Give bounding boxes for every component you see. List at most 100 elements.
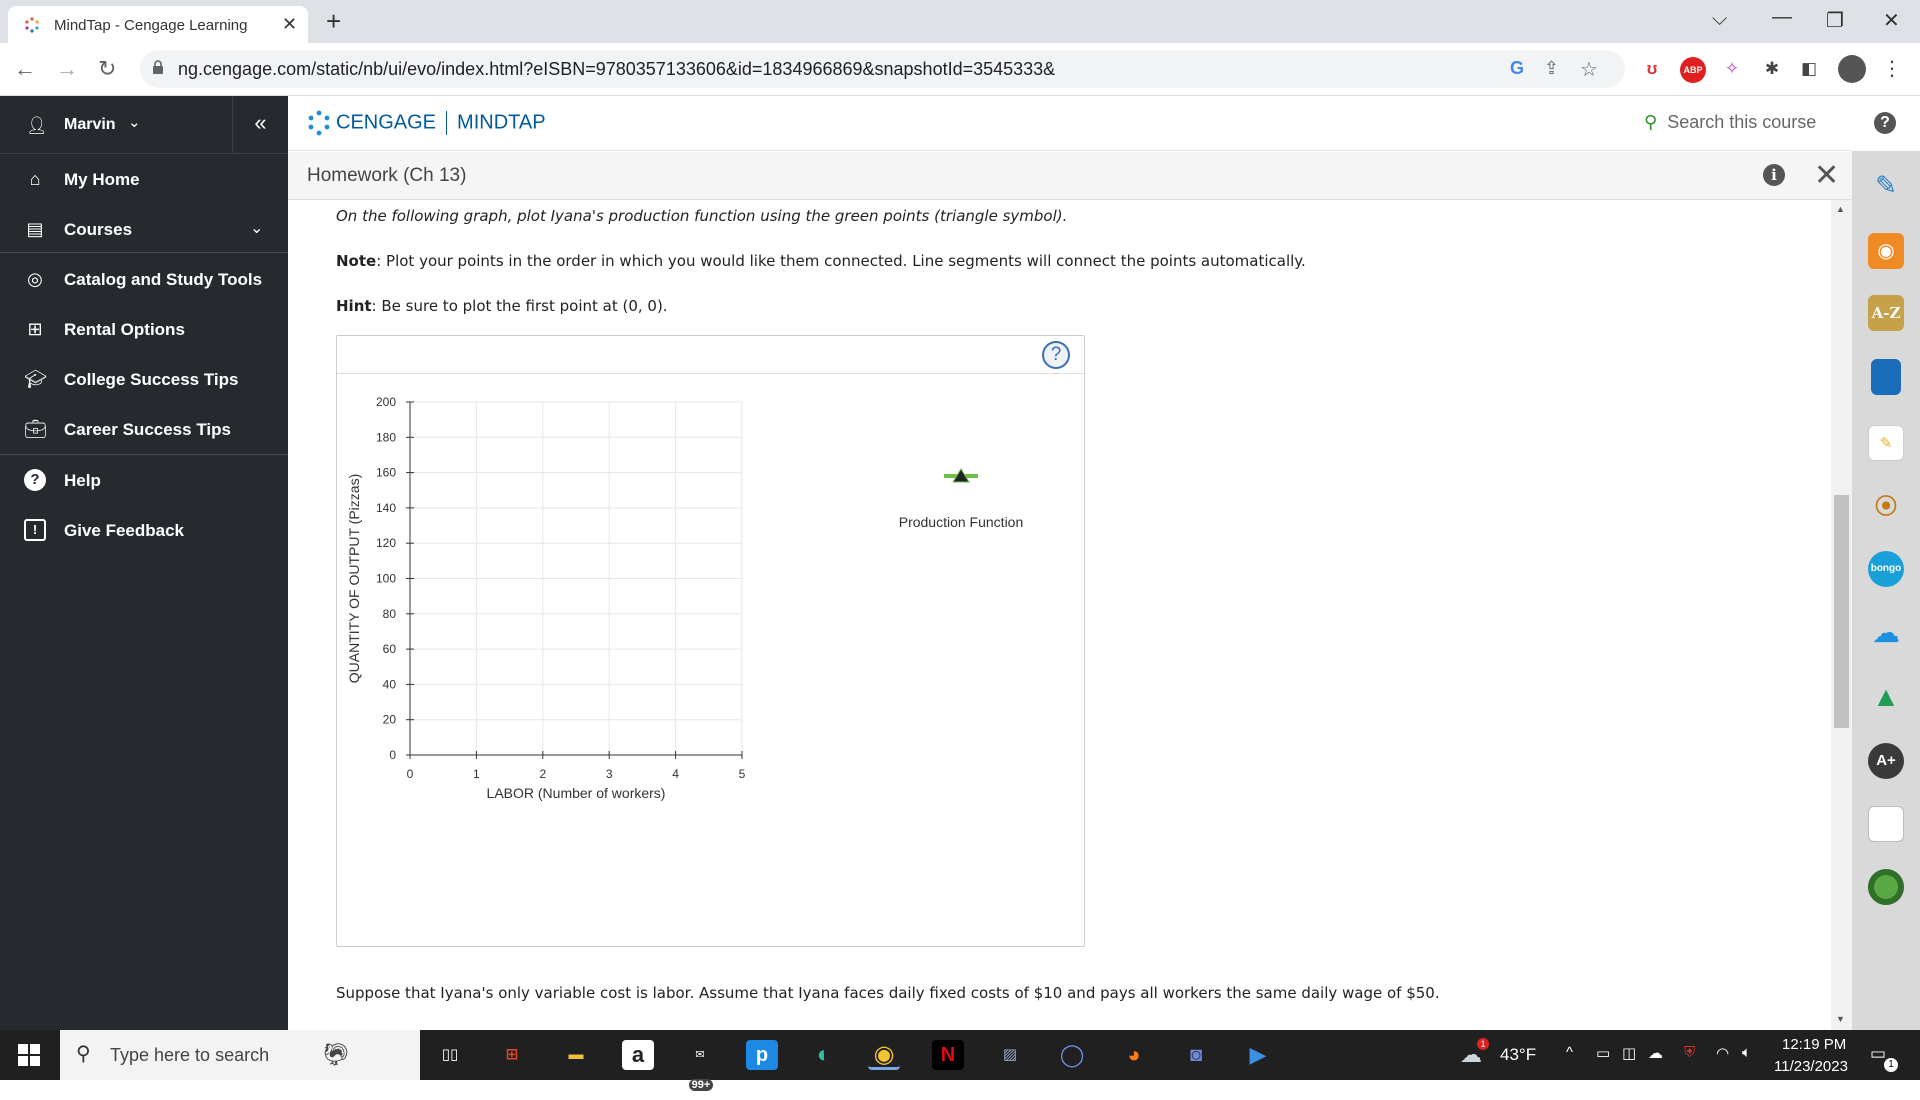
chevron-down-icon: ⌄ <box>128 114 141 131</box>
sidebar-item-catalog[interactable]: ◎ Catalog and Study Tools <box>0 254 288 304</box>
sidebar-item-rental-options[interactable]: ⊞ Rental Options <box>0 304 288 354</box>
note-label: Note <box>336 252 377 270</box>
readspeaker-icon[interactable]: ⦿ <box>1868 489 1904 525</box>
clock-date[interactable]: 11/23/2023 <box>1774 1058 1848 1075</box>
brand-divider <box>446 111 448 135</box>
x-tick-label: 5 <box>739 767 746 781</box>
graph-help-icon[interactable]: ? <box>1042 341 1070 369</box>
sidebar-item-label: Catalog and Study Tools <box>64 270 263 289</box>
weather-badge: 1 <box>1477 1038 1489 1050</box>
forward-icon[interactable]: → <box>56 56 78 82</box>
close-window-icon[interactable]: ✕ <box>1883 8 1900 33</box>
graduation-cap-icon: 🎓︎ <box>24 369 47 389</box>
scrollbar[interactable]: ▲ ▼ <box>1831 200 1852 1030</box>
netflix-icon[interactable]: N <box>932 1040 964 1070</box>
weather-temp[interactable]: 43°F <box>1500 1045 1536 1065</box>
security-shield-icon[interactable]: ⛨ <box>1684 1044 1695 1061</box>
volume-icon[interactable]: 🔈︎ <box>1742 1044 1751 1061</box>
notification-icon[interactable]: ▭ <box>1870 1044 1886 1064</box>
sidebar-item-courses[interactable]: ▤ Courses ⌄ <box>0 204 288 254</box>
a-z-glossary-icon[interactable]: A-Z <box>1868 295 1904 331</box>
assignment-bar <box>288 152 1852 200</box>
side-panel-icon[interactable]: ◧ <box>1797 57 1821 81</box>
cloud-off-icon[interactable]: ☁ <box>1648 1044 1663 1062</box>
scroll-down-icon[interactable]: ▼ <box>1836 1014 1845 1024</box>
url-field[interactable]: ng.cengage.com/static/nb/ui/evo/index.ht… <box>140 50 1625 88</box>
info-icon[interactable]: i <box>1763 164 1785 186</box>
pandora-icon[interactable]: p <box>746 1040 778 1070</box>
bongo-icon[interactable]: bongo <box>1868 551 1904 587</box>
notes-icon[interactable]: ✎ <box>1868 425 1904 461</box>
task-view-icon[interactable]: ▯▯ <box>434 1040 466 1070</box>
bing-icon[interactable]: ▶ <box>1242 1040 1274 1070</box>
sidebar: 👤︎ Marvin ⌄ « ⌂ My Home ▤ Courses ⌄ ◎ Ca… <box>0 96 288 1030</box>
production-function-graph[interactable]: 0 1 2 3 4 5 0 20 40 60 80 100 120 140 160 180 200 LABOR (… <box>337 375 1084 946</box>
share-icon[interactable]: ⇪ <box>1544 58 1559 79</box>
notification-count: 1 <box>1884 1058 1898 1072</box>
chrome-icon[interactable]: ◉ <box>868 1040 900 1070</box>
profile-avatar[interactable] <box>1838 55 1866 83</box>
file-explorer-icon[interactable]: ▬ <box>560 1040 592 1070</box>
ebook-icon[interactable] <box>1871 359 1901 395</box>
pencil-icon[interactable]: ✎ <box>1868 167 1904 203</box>
collapse-sidebar-button[interactable]: « <box>232 96 288 154</box>
windows-start-icon[interactable] <box>18 1044 40 1066</box>
sidebar-item-give-feedback[interactable]: ! Give Feedback <box>0 505 288 555</box>
y-tick-label: 60 <box>383 642 397 656</box>
thanksgiving-doodle-icon: 🦃︎ <box>322 1042 350 1067</box>
browser-tab[interactable]: MindTap - Cengage Learning ✕ <box>8 6 308 43</box>
google-translate-icon[interactable]: G <box>1510 58 1524 79</box>
amazon-icon[interactable]: a <box>622 1040 654 1070</box>
extensions-icon[interactable]: ✱ <box>1760 57 1784 81</box>
photos-icon[interactable]: ▨ <box>994 1040 1026 1070</box>
search-icon: ⚲ <box>1644 112 1658 132</box>
course-search[interactable]: ⚲ Search this course <box>1644 112 1816 133</box>
browser-menu-icon[interactable]: ⋮ <box>1880 57 1904 81</box>
search-placeholder: Search this course <box>1667 112 1817 132</box>
close-tab-icon[interactable]: ✕ <box>282 14 297 35</box>
new-tab-icon[interactable]: + <box>326 6 341 37</box>
minimize-icon[interactable]: — <box>1772 6 1792 29</box>
extension-puzzle-purple-icon[interactable]: ✧ <box>1720 57 1744 81</box>
taskbar-search[interactable]: ⚲ Type here to search 🦃︎ <box>60 1030 420 1080</box>
user-icon: 👤︎ <box>26 116 48 135</box>
reload-icon[interactable]: ↻ <box>98 56 116 82</box>
back-icon[interactable]: ← <box>14 56 36 82</box>
cengage-mindtap-logo[interactable]: CENGAGE MINDTAP <box>306 110 546 136</box>
bookmark-star-icon[interactable]: ☆ <box>1580 57 1598 82</box>
help-icon[interactable]: ? <box>1874 112 1896 134</box>
tab-search-chevron-icon[interactable]: ⌵ <box>1712 8 1727 31</box>
cortana-icon[interactable]: ◯ <box>1056 1040 1088 1070</box>
aplus-icon[interactable]: A+ <box>1868 743 1904 779</box>
google-drive-icon[interactable]: ▲ <box>1868 679 1904 715</box>
onedrive-icon[interactable]: ☁ <box>1868 615 1904 651</box>
briefcase-icon: 💼︎ <box>24 419 47 439</box>
scrollbar-thumb[interactable] <box>1834 495 1849 728</box>
sidebar-item-career-success[interactable]: 💼︎ Career Success Tips <box>0 404 288 454</box>
sidebar-item-my-home[interactable]: ⌂ My Home <box>0 154 288 204</box>
edge-icon[interactable]: ◐ <box>808 1040 840 1070</box>
wifi-icon[interactable]: ◠ <box>1716 1044 1729 1062</box>
sidebar-item-label: Give Feedback <box>64 521 185 540</box>
notebook-icon[interactable] <box>1868 806 1904 842</box>
achieve-icon[interactable] <box>1868 869 1904 905</box>
rss-icon[interactable]: ◉ <box>1868 233 1904 269</box>
adblock-extension-icon[interactable]: ABP <box>1680 57 1706 83</box>
battery-icon[interactable]: ▭ <box>1596 1044 1610 1062</box>
meet-now-icon[interactable]: ◫ <box>1622 1044 1636 1062</box>
restore-icon[interactable]: ❐ <box>1826 8 1844 33</box>
firefox-icon[interactable]: ◕ <box>1118 1040 1150 1070</box>
lock-icon <box>153 60 163 74</box>
pocket-extension-icon[interactable]: ʊ <box>1640 57 1664 81</box>
close-assignment-icon[interactable]: ✕ <box>1814 158 1839 193</box>
compass-icon: ◎ <box>27 269 43 289</box>
discord-icon[interactable]: ◙ <box>1180 1040 1212 1070</box>
sidebar-item-college-success[interactable]: 🎓︎ College Success Tips <box>0 354 288 404</box>
tray-chevron-up-icon[interactable]: ^ <box>1566 1044 1573 1061</box>
clock-time[interactable]: 12:19 PM <box>1782 1036 1846 1053</box>
sidebar-item-help[interactable]: ? Help <box>0 455 288 505</box>
scroll-up-icon[interactable]: ▲ <box>1836 204 1845 214</box>
microsoft-store-icon[interactable]: ⊞ <box>496 1040 528 1070</box>
sidebar-item-label: Career Success Tips <box>64 420 231 439</box>
mail-icon[interactable]: ✉99+ <box>684 1040 716 1091</box>
